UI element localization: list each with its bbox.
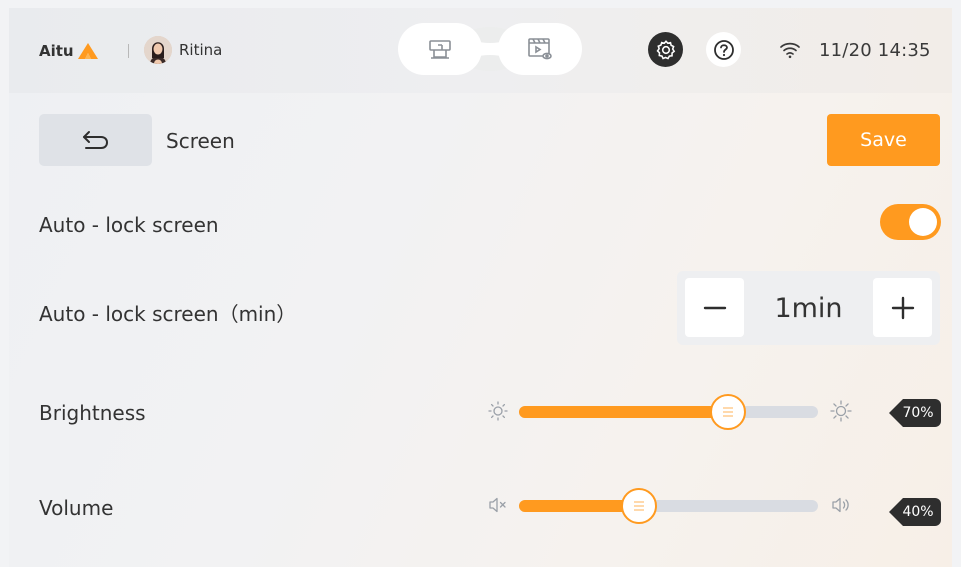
volume-slider — [487, 485, 857, 525]
brightness-label: Brightness — [39, 401, 146, 425]
brightness-badge: 70% — [889, 399, 941, 427]
brightness-thumb[interactable] — [710, 394, 747, 430]
machine-mode-button[interactable] — [398, 23, 482, 75]
auto-lock-min-value: 1min — [774, 292, 843, 324]
minus-icon — [703, 306, 726, 309]
video-preview-button[interactable] — [498, 23, 582, 75]
auto-lock-label: Auto - lock screen — [39, 213, 219, 237]
brightness-track[interactable] — [519, 394, 818, 430]
volume-label: Volume — [39, 496, 114, 520]
grip-icon — [633, 501, 644, 511]
plus-icon — [891, 296, 914, 319]
video-preview-icon — [528, 38, 552, 60]
avatar-image — [144, 36, 172, 64]
aitu-logo-mark-icon — [77, 43, 98, 59]
brightness-high-icon — [830, 400, 852, 422]
brightness-value: 70% — [902, 405, 934, 421]
volume-track[interactable] — [519, 488, 818, 524]
logo-text: Aitu — [39, 42, 74, 60]
wifi-icon — [780, 42, 800, 59]
volume-mute-icon — [489, 497, 506, 513]
decrement-button[interactable] — [685, 278, 744, 337]
header-divider — [128, 44, 129, 58]
auto-lock-min-label: Auto - lock screen（min） — [39, 302, 297, 326]
avatar[interactable] — [144, 36, 172, 64]
auto-lock-toggle[interactable] — [880, 204, 941, 240]
brightness-fill — [519, 406, 729, 418]
machine-icon — [429, 40, 451, 59]
help-icon — [713, 39, 734, 60]
brightness-slider — [487, 391, 857, 431]
top-bar: Aitu Ritina 11/20 14:35 — [9, 8, 952, 93]
volume-badge: 40% — [889, 498, 941, 526]
help-button[interactable] — [706, 32, 741, 67]
screen-frame: Aitu Ritina 11/20 14:35 Screen Save Auto… — [9, 8, 952, 567]
brightness-low-icon — [488, 401, 508, 421]
save-button[interactable]: Save — [827, 114, 940, 166]
volume-high-icon — [832, 497, 849, 513]
brand-logo: Aitu — [39, 40, 99, 62]
user-name[interactable]: Ritina — [179, 41, 222, 59]
back-arrow-icon — [82, 131, 108, 149]
volume-value: 40% — [902, 504, 934, 520]
status-datetime: 11/20 14:35 — [819, 40, 931, 61]
volume-thumb[interactable] — [620, 488, 657, 524]
back-button[interactable] — [39, 114, 152, 166]
mode-switcher — [398, 23, 582, 75]
settings-button[interactable] — [648, 32, 683, 67]
page-title: Screen — [166, 129, 235, 153]
gear-icon — [656, 39, 675, 60]
increment-button[interactable] — [873, 278, 932, 337]
toggle-knob — [909, 208, 937, 236]
grip-icon — [723, 407, 734, 417]
auto-lock-min-stepper: 1min — [677, 271, 940, 345]
